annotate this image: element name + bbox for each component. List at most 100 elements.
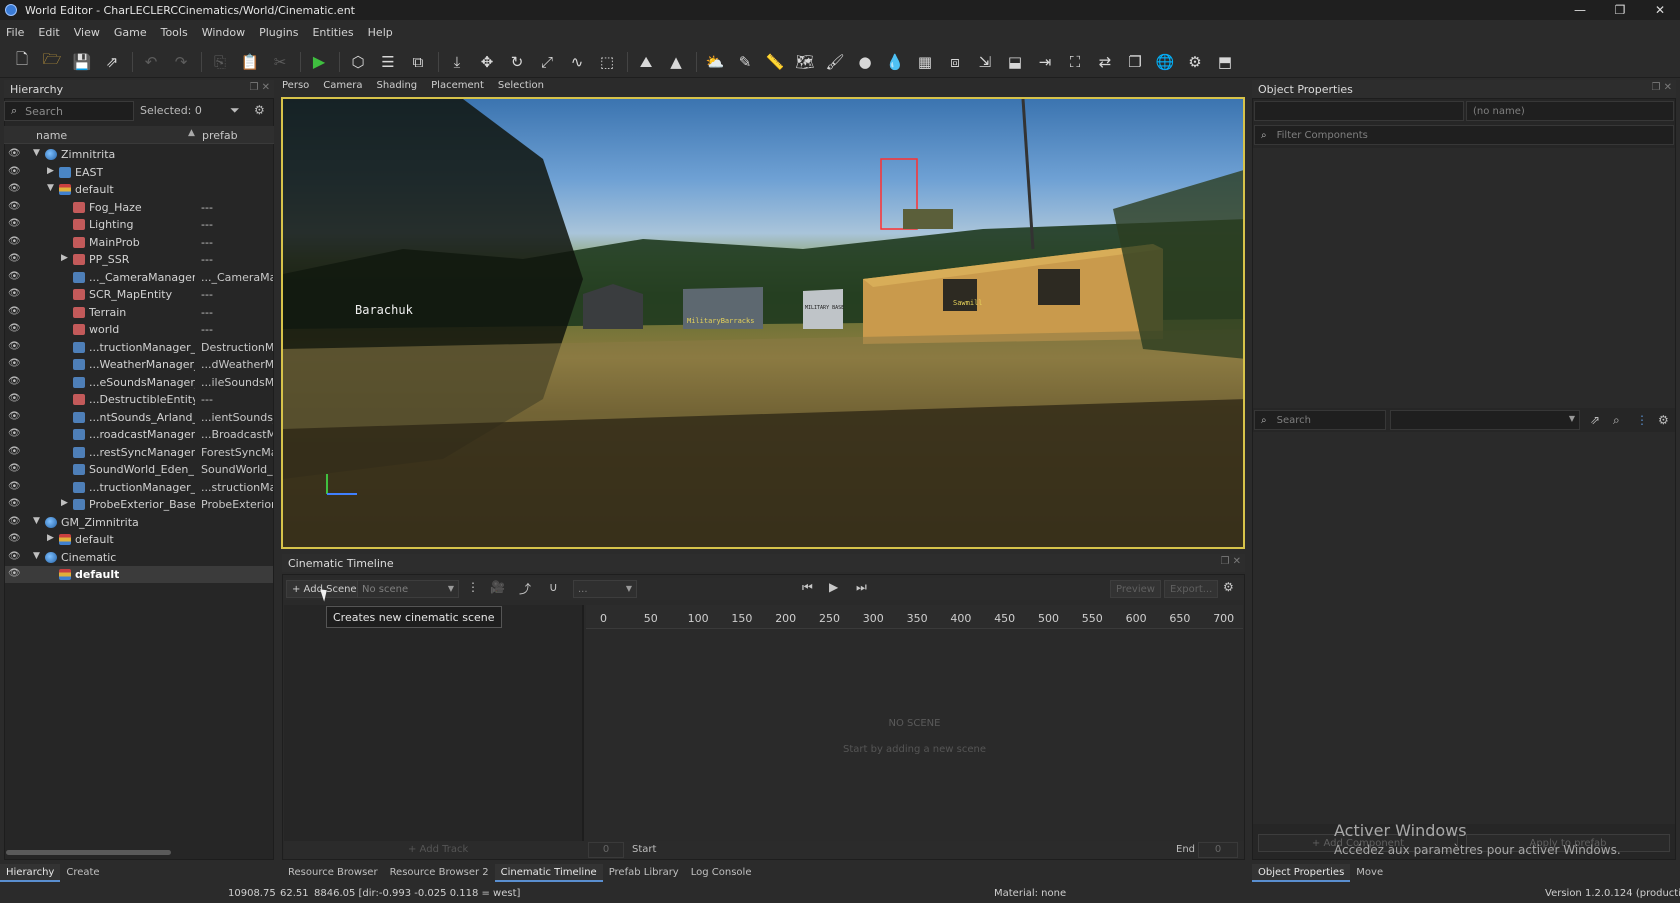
play-icon[interactable]: ▶ [307, 50, 331, 74]
map-icon[interactable]: 🗺 [793, 50, 817, 74]
hierarchy-row[interactable]: 👁 world --- [5, 321, 273, 338]
preview-button[interactable]: Preview [1110, 580, 1161, 598]
redo-icon[interactable]: ↷ [169, 50, 193, 74]
hierarchy-row[interactable]: 👁 SCR_MapEntity --- [5, 286, 273, 303]
tab-log-console[interactable]: Log Console [685, 864, 758, 882]
visibility-eye-icon[interactable]: 👁 [8, 568, 21, 580]
horizontal-scrollbar[interactable] [6, 850, 171, 855]
expand-right-icon[interactable]: ▶ [61, 253, 68, 263]
hierarchy-row[interactable]: 👁 ▼ GM_Zimnitrita [5, 514, 273, 531]
object-name-field[interactable]: (no name) [1466, 101, 1674, 121]
menu-file[interactable]: File [6, 26, 24, 39]
cut-icon[interactable]: ✂ [268, 50, 292, 74]
hierarchy-row[interactable]: 👁 ▼ Cinematic [5, 549, 273, 566]
hierarchy-row[interactable]: 👁 Terrain --- [5, 304, 273, 321]
terrain-icon[interactable]: ⛰ [634, 50, 658, 74]
hierarchy-row[interactable]: 👁 ...ntSounds_Arland_1 ...ientSounds_A [5, 409, 273, 426]
expand-down-icon[interactable]: ▼ [33, 516, 40, 526]
hierarchy-row[interactable]: 👁 MainProb --- [5, 234, 273, 251]
tab-prefab-library[interactable]: Prefab Library [603, 864, 685, 882]
visibility-eye-icon[interactable]: 👁 [8, 411, 21, 423]
visibility-eye-icon[interactable]: 👁 [8, 533, 21, 545]
expand-right-icon[interactable]: ▶ [47, 533, 54, 543]
curve-icon[interactable]: ∿ [565, 50, 589, 74]
hierarchy-row[interactable]: 👁 ...eSoundsManager_1 ...ileSoundsMar [5, 374, 273, 391]
visibility-eye-icon[interactable]: 👁 [8, 376, 21, 388]
hierarchy-row[interactable]: 👁 ...WeatherManager_1 ...dWeatherMar [5, 356, 273, 373]
menu-plugins[interactable]: Plugins [259, 26, 298, 39]
swap-icon[interactable]: ⇄ [1093, 50, 1117, 74]
viewport-tab-camera[interactable]: Camera [323, 80, 362, 96]
visibility-eye-icon[interactable]: 👁 [8, 148, 21, 160]
prefab-icon[interactable]: ⬓ [1003, 50, 1027, 74]
globe-icon[interactable]: 🌐 [1153, 50, 1177, 74]
object-type-field[interactable] [1254, 101, 1464, 121]
export-icon[interactable]: ⇗ [100, 50, 124, 74]
visibility-eye-icon[interactable]: 👁 [8, 463, 21, 475]
tab-object-properties[interactable]: Object Properties [1252, 864, 1351, 882]
grid-icon[interactable]: ▦ [913, 50, 937, 74]
skip-forward-icon[interactable]: ⏭ [856, 580, 867, 595]
hierarchy-search-input[interactable]: ⌕ Search [4, 101, 134, 121]
viewport-tab-placement[interactable]: Placement [431, 80, 484, 96]
weather-icon[interactable]: ⛅ [703, 50, 727, 74]
paste-icon[interactable]: 📋 [238, 50, 262, 74]
bounding-box-icon[interactable]: ⬚ [595, 50, 619, 74]
save-icon[interactable]: 💾 [70, 50, 94, 74]
visibility-eye-icon[interactable]: 👁 [8, 183, 21, 195]
hierarchy-row[interactable]: 👁 ▶ default [5, 531, 273, 548]
visibility-eye-icon[interactable]: 👁 [8, 551, 21, 563]
place-on-ground-icon[interactable]: ⤓ [445, 50, 469, 74]
menu-entities[interactable]: Entities [312, 26, 353, 39]
minimize-button[interactable]: — [1560, 0, 1600, 20]
column-name[interactable]: name [36, 129, 67, 142]
magnifier-icon[interactable]: ⌕ [1613, 413, 1620, 428]
visibility-eye-icon[interactable]: 👁 [8, 358, 21, 370]
open-external-icon[interactable]: ⇗ [1590, 413, 1600, 427]
hierarchy-row[interactable]: 👁 ▼ default [5, 181, 273, 198]
add-track-button[interactable]: + Add Track [408, 844, 468, 855]
3d-viewport[interactable]: Barachuk MilitaryBarracks Sawmill MILITA… [281, 97, 1245, 549]
tab-cinematic-timeline[interactable]: Cinematic Timeline [494, 864, 603, 882]
visibility-eye-icon[interactable]: 👁 [8, 236, 21, 248]
scale-icon[interactable]: ⤢ [535, 50, 559, 74]
panel-controls-icon[interactable]: ❐ ✕ [1651, 82, 1672, 93]
visibility-eye-icon[interactable]: 👁 [8, 218, 21, 230]
viewport-tab-selection[interactable]: Selection [498, 80, 544, 96]
curve-editor-icon[interactable]: ⤴ [519, 580, 531, 597]
copy-icon[interactable]: ⎘ [208, 50, 232, 74]
hierarchy-row[interactable]: 👁 ...DestructibleEntity_1 --- [5, 391, 273, 408]
visibility-eye-icon[interactable]: 👁 [8, 393, 21, 405]
menu-game[interactable]: Game [114, 26, 147, 39]
snap-icon[interactable]: ⧉ [406, 50, 430, 74]
visibility-eye-icon[interactable]: 👁 [8, 288, 21, 300]
new-file-icon[interactable]: 🗋 [10, 50, 34, 74]
property-filter-select[interactable]: ▼ [1390, 410, 1580, 430]
hierarchy-row[interactable]: 👁 ▶ PP_SSR --- [5, 251, 273, 268]
play-timeline-icon[interactable]: ▶ [829, 580, 838, 594]
camera-icon[interactable]: 🎥 [490, 580, 505, 594]
visibility-eye-icon[interactable]: 👁 [8, 271, 21, 283]
properties-gear-icon[interactable]: ⚙ [1658, 413, 1669, 427]
tab-create[interactable]: Create [60, 864, 105, 882]
visibility-eye-icon[interactable]: 👁 [8, 306, 21, 318]
hierarchy-row[interactable]: 👁 ▶ ProbeExterior_Base_1 ProbeExterior_E [5, 496, 273, 513]
viewport-tab-shading[interactable]: Shading [377, 80, 418, 96]
pencil-icon[interactable]: ✎ [733, 50, 757, 74]
stack-icon[interactable]: ⧈ [943, 50, 967, 74]
panel-controls-icon[interactable]: ❐ ✕ [1220, 556, 1241, 567]
move-icon[interactable]: ✥ [475, 50, 499, 74]
tab-move[interactable]: Move [1350, 864, 1389, 882]
expand-right-icon[interactable]: ▶ [61, 498, 68, 508]
hierarchy-row[interactable]: 👁 ...tructionManager_1 DestructionMar [5, 339, 273, 356]
drop-icon[interactable]: 💧 [883, 50, 907, 74]
menu-help[interactable]: Help [368, 26, 393, 39]
hierarchy-row[interactable]: 👁 ▶ EAST [5, 164, 273, 181]
visibility-eye-icon[interactable]: 👁 [8, 253, 21, 265]
settings-gears-icon[interactable]: ⚙ [1183, 50, 1207, 74]
filter-components-input[interactable]: ⌕ Filter Components [1254, 125, 1674, 145]
menu-edit[interactable]: Edit [38, 26, 59, 39]
visibility-eye-icon[interactable]: 👁 [8, 481, 21, 493]
ruler-icon[interactable]: 📏 [763, 50, 787, 74]
open-folder-icon[interactable]: 🗁 [40, 50, 64, 74]
